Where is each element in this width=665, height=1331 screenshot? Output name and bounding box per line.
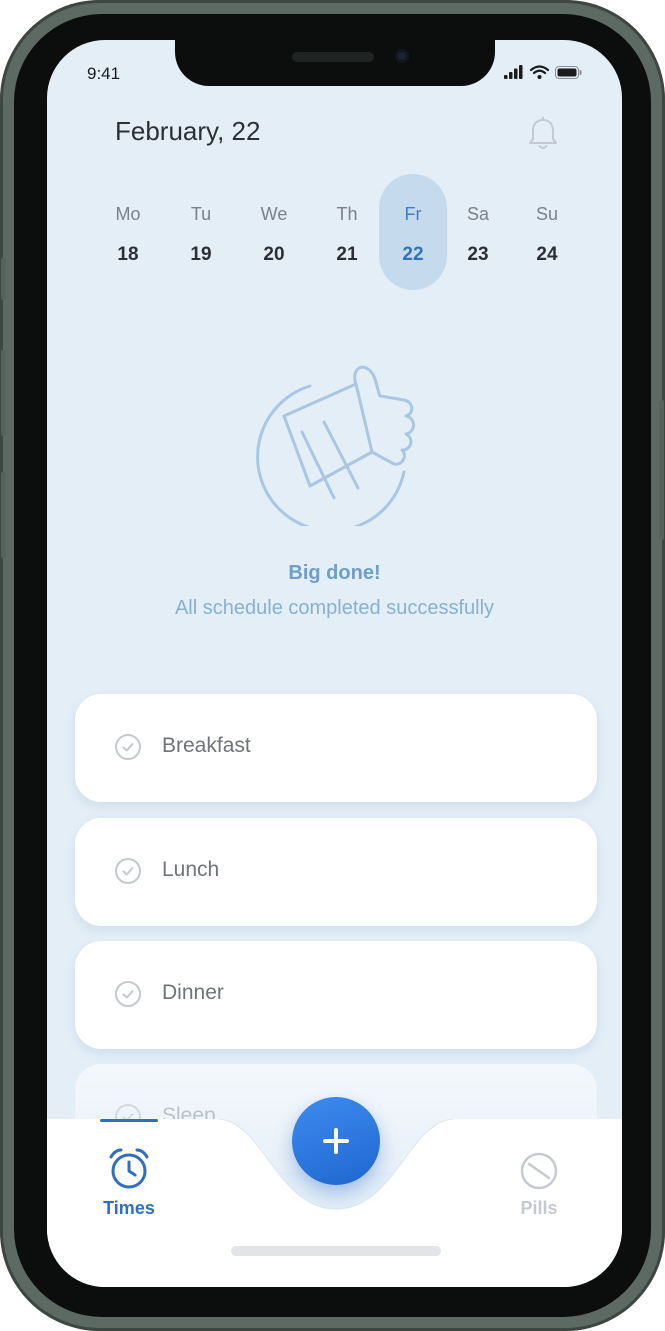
status-time: 9:41 [87,64,121,83]
wifi-icon [530,65,549,79]
day-name: Th [336,204,358,224]
day-name: Sa [466,204,490,224]
day-number: 21 [336,244,358,265]
status-icons [504,65,582,79]
mute-switch [1,258,6,300]
check-circle-icon[interactable] [115,734,141,760]
tab-times-label: Times [103,1198,155,1218]
day-name: Su [535,204,559,224]
day-name: We [260,204,288,224]
schedule-item-breakfast[interactable]: Breakfast [75,694,597,802]
active-tab-indicator [100,1119,158,1122]
check-circle-icon[interactable] [115,858,141,884]
day-number: 23 [467,244,489,265]
day-sunday[interactable]: Su 24 [513,174,581,290]
tab-times[interactable]: Times [74,1119,184,1229]
day-thursday[interactable]: Th 21 [313,174,381,290]
tab-pills[interactable]: Pills [484,1119,594,1229]
page-title: February, 22 [115,116,261,146]
speaker-grille [292,52,374,62]
schedule-item-label: Breakfast [162,734,251,757]
bell-icon [529,116,557,149]
volume-down-button [1,472,6,558]
schedule-item-label: Lunch [162,858,220,881]
day-name: Tu [190,204,212,224]
day-name: Fr [404,204,422,224]
day-friday-selected[interactable]: Fr 22 [379,174,447,290]
day-name: Mo [115,204,141,224]
battery-icon [555,65,582,79]
pill-icon [520,1152,558,1190]
notifications-button[interactable] [527,116,559,156]
schedule-item-label: Dinner [162,981,224,1004]
check-circle-icon[interactable] [115,981,141,1007]
day-saturday[interactable]: Sa 23 [444,174,512,290]
alarm-clock-icon [109,1148,149,1189]
day-number: 22 [402,244,424,265]
day-monday[interactable]: Mo 18 [94,174,162,290]
signal-icon [504,65,523,79]
day-tuesday[interactable]: Tu 19 [167,174,235,290]
plus-icon [323,1128,349,1154]
day-wednesday[interactable]: We 20 [240,174,308,290]
volume-up-button [1,350,6,436]
schedule-item-dinner[interactable]: Dinner [75,941,597,1049]
empty-state-subtitle: All schedule completed successfully [174,597,495,619]
thumbs-up-icon [254,356,424,533]
notch [175,40,495,86]
power-button [659,400,664,540]
home-indicator[interactable] [231,1246,441,1256]
schedule-item-lunch[interactable]: Lunch [75,818,597,926]
day-number: 19 [190,244,212,265]
app-screen: 9:41 February, 22 Mo 18 Tu 19 We 20 Th 2… [47,40,622,1287]
day-number: 20 [263,244,285,265]
add-button[interactable] [292,1097,380,1185]
day-number: 18 [117,244,139,265]
front-camera [395,49,409,63]
week-selector: Mo 18 Tu 19 We 20 Th 21 Fr 22 Sa 23 Su 2… [94,174,584,290]
day-number: 24 [536,244,558,265]
tab-pills-label: Pills [520,1198,558,1218]
empty-state-title: Big done! [288,562,381,584]
